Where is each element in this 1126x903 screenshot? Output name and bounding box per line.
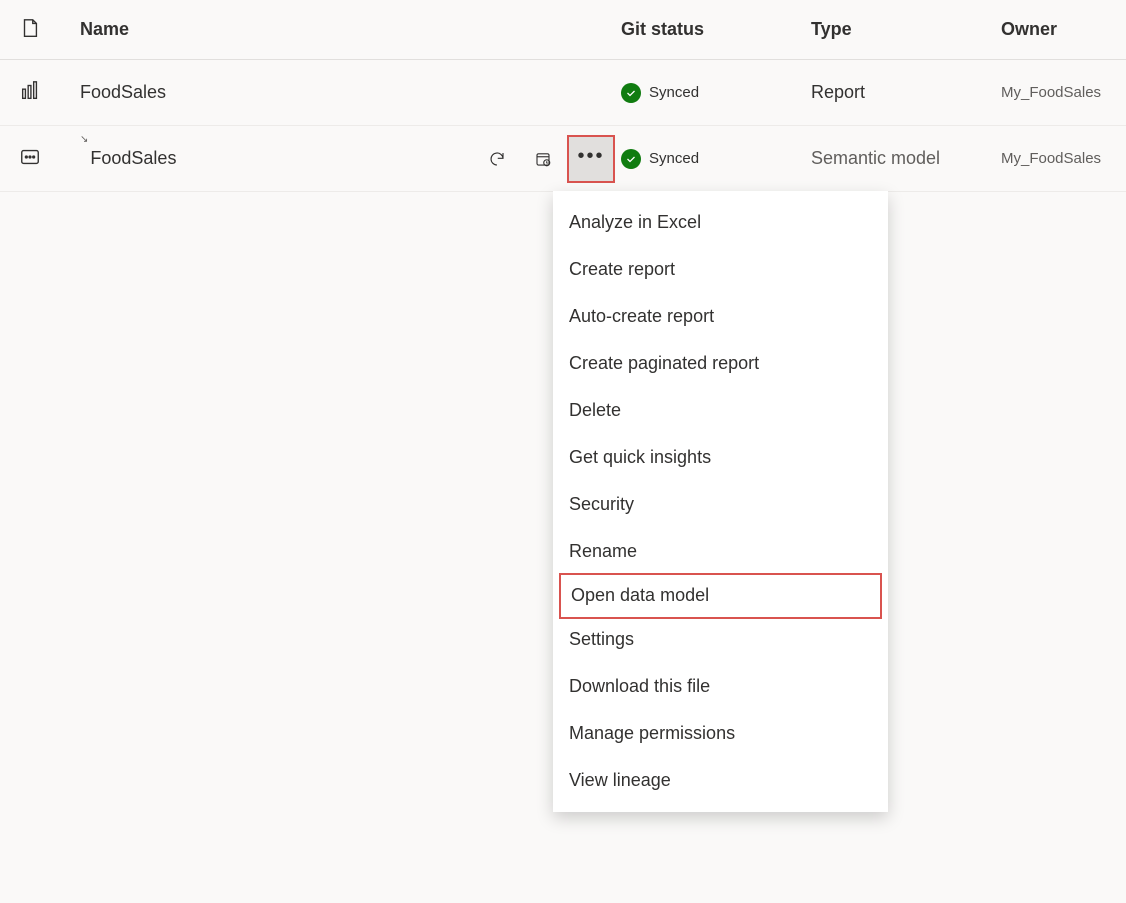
synced-check-icon: [621, 83, 641, 103]
more-options-button[interactable]: •••: [569, 137, 613, 181]
table-row[interactable]: FoodSales Synced Report My_FoodSales: [0, 60, 1126, 126]
git-status-cell: Synced: [621, 149, 811, 169]
owner-cell: My_FoodSales: [1001, 84, 1126, 101]
item-name[interactable]: FoodSales: [60, 82, 471, 103]
column-header-git-status[interactable]: Git status: [621, 19, 811, 40]
column-header-name[interactable]: Name: [60, 19, 471, 40]
item-name-text: FoodSales: [90, 148, 176, 169]
menu-item-open-data-model[interactable]: Open data model: [559, 573, 882, 619]
menu-item-quick-insights[interactable]: Get quick insights: [553, 434, 888, 481]
calendar-refresh-icon: [534, 150, 552, 168]
column-header-item-icon: [0, 17, 60, 42]
item-type-icon-cell: [0, 146, 60, 171]
menu-item-download[interactable]: Download this file: [553, 663, 888, 710]
type-cell: Report: [811, 82, 1001, 103]
menu-item-security[interactable]: Security: [553, 481, 888, 528]
file-icon: [19, 17, 41, 42]
ellipsis-icon: •••: [577, 156, 604, 162]
item-name[interactable]: ↘ FoodSales: [60, 148, 471, 169]
item-name-text: FoodSales: [80, 82, 166, 103]
menu-item-delete[interactable]: Delete: [553, 387, 888, 434]
context-menu: Analyze in Excel Create report Auto-crea…: [553, 191, 888, 812]
table-row[interactable]: ↘ FoodSales ••• Synced Semantic model My…: [0, 126, 1126, 192]
column-header-row: Name Git status Type Owner: [0, 0, 1126, 60]
column-header-owner[interactable]: Owner: [1001, 19, 1126, 40]
menu-item-rename[interactable]: Rename: [553, 528, 888, 575]
menu-item-manage-permissions[interactable]: Manage permissions: [553, 710, 888, 757]
schedule-refresh-button[interactable]: [521, 137, 565, 181]
menu-item-auto-create-report[interactable]: Auto-create report: [553, 293, 888, 340]
synced-check-icon: [621, 149, 641, 169]
menu-item-create-report[interactable]: Create report: [553, 246, 888, 293]
refresh-button[interactable]: [475, 137, 519, 181]
column-header-type[interactable]: Type: [811, 19, 1001, 40]
menu-item-settings[interactable]: Settings: [553, 616, 888, 663]
refresh-icon: [488, 150, 506, 168]
row-actions: •••: [471, 135, 621, 183]
link-indicator-icon: ↘: [80, 134, 88, 145]
item-type-icon-cell: [0, 80, 60, 105]
report-icon: [19, 80, 41, 105]
menu-item-view-lineage[interactable]: View lineage: [553, 757, 888, 804]
git-status-text: Synced: [649, 150, 699, 167]
more-options-highlight: •••: [567, 135, 615, 183]
owner-cell: My_FoodSales: [1001, 150, 1126, 167]
menu-item-create-paginated-report[interactable]: Create paginated report: [553, 340, 888, 387]
semantic-model-icon: [19, 146, 41, 171]
git-status-text: Synced: [649, 84, 699, 101]
menu-item-analyze-excel[interactable]: Analyze in Excel: [553, 199, 888, 246]
git-status-cell: Synced: [621, 83, 811, 103]
type-cell: Semantic model: [811, 148, 1001, 169]
